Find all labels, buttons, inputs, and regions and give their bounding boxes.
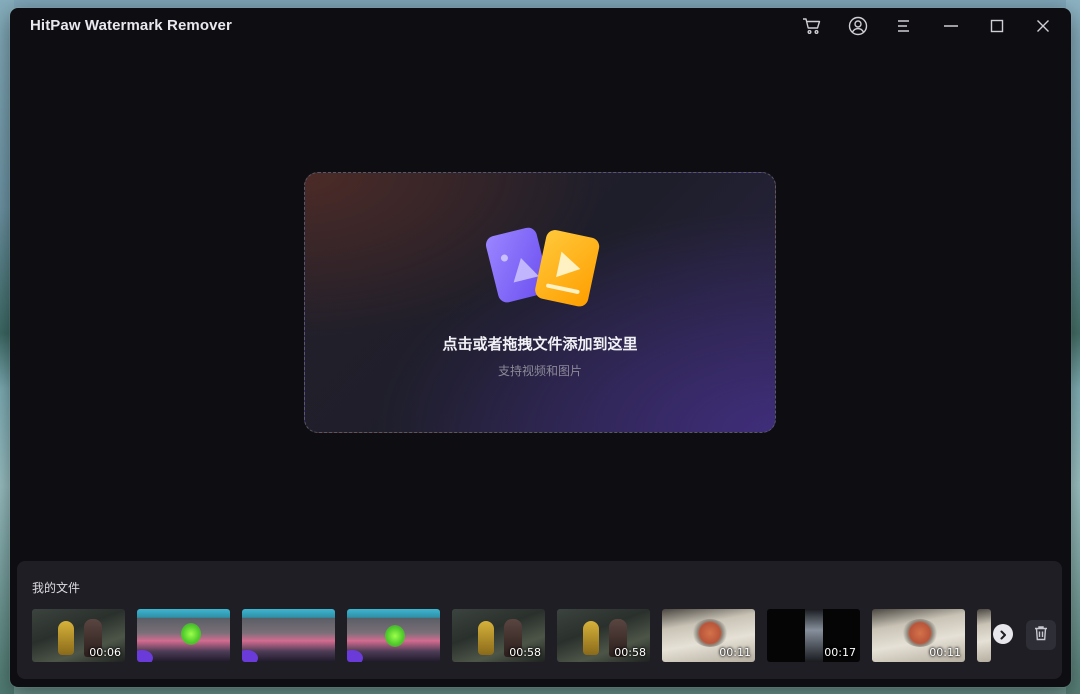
account-icon — [848, 16, 868, 36]
file-thumbnail[interactable] — [347, 609, 440, 662]
menu-button[interactable] — [889, 14, 919, 38]
chevron-right-icon — [998, 625, 1008, 644]
thumbnail-duration: 00:06 — [89, 646, 121, 659]
file-dropzone[interactable]: 点击或者拖拽文件添加到这里 支持视频和图片 — [304, 172, 776, 433]
delete-files-button[interactable] — [1026, 620, 1056, 650]
account-button[interactable] — [843, 14, 873, 38]
trash-icon — [1034, 625, 1048, 645]
maximize-icon — [990, 19, 1004, 33]
thumbnail-duration: 00:58 — [509, 646, 541, 659]
app-title: HitPaw Watermark Remover — [30, 17, 232, 34]
maximize-button[interactable] — [982, 14, 1012, 38]
menu-icon — [896, 19, 912, 33]
thumbnail-duration: 00:11 — [929, 646, 961, 659]
thumbnail-image — [692, 619, 728, 647]
file-thumbnail[interactable]: 00:58 — [557, 609, 650, 662]
next-thumbnails-button[interactable] — [993, 624, 1013, 644]
thumbnail-image — [385, 625, 405, 647]
app-window: HitPaw Watermark Remover 点击或者拖拽文件添加到这里 支… — [10, 8, 1071, 687]
file-thumbnail[interactable]: 00:11 — [872, 609, 965, 662]
thumbnail-image — [181, 623, 201, 645]
thumbnail-image — [478, 621, 494, 655]
minimize-icon — [943, 19, 959, 33]
file-thumbnail[interactable] — [242, 609, 335, 662]
titlebar: HitPaw Watermark Remover — [10, 8, 1071, 44]
thumbnail-image — [902, 619, 938, 647]
cart-icon — [802, 17, 822, 35]
my-files-title: 我的文件 — [32, 581, 81, 595]
cart-button[interactable] — [797, 14, 827, 38]
dropzone-title: 点击或者拖拽文件添加到这里 — [442, 335, 638, 353]
close-icon — [1036, 19, 1050, 33]
my-files-panel: 我的文件 00:06 00:58 00:58 00:11 00:17 00:11 — [17, 561, 1062, 679]
thumbnail-image — [583, 621, 599, 655]
media-files-icon — [480, 225, 604, 311]
thumbnail-duration: 00:11 — [719, 646, 751, 659]
close-button[interactable] — [1028, 14, 1058, 38]
file-thumbnail[interactable]: 00:06 — [32, 609, 125, 662]
file-thumbnail[interactable]: 00:17 — [767, 609, 860, 662]
thumbnail-image — [137, 650, 153, 662]
thumbnail-duration: 00:58 — [614, 646, 646, 659]
minimize-button[interactable] — [936, 14, 966, 38]
thumbnail-image — [58, 621, 74, 655]
thumbnail-strip: 00:06 00:58 00:58 00:11 00:17 00:11 — [32, 609, 994, 662]
thumbnail-image — [805, 609, 823, 662]
file-thumbnail-partial[interactable] — [977, 609, 991, 662]
file-thumbnail[interactable] — [137, 609, 230, 662]
dropzone-subtitle: 支持视频和图片 — [497, 364, 582, 378]
thumbnail-image — [242, 650, 258, 662]
thumbnail-image — [347, 650, 363, 662]
file-thumbnail[interactable]: 00:58 — [452, 609, 545, 662]
thumbnail-duration: 00:17 — [824, 646, 856, 659]
file-thumbnail[interactable]: 00:11 — [662, 609, 755, 662]
